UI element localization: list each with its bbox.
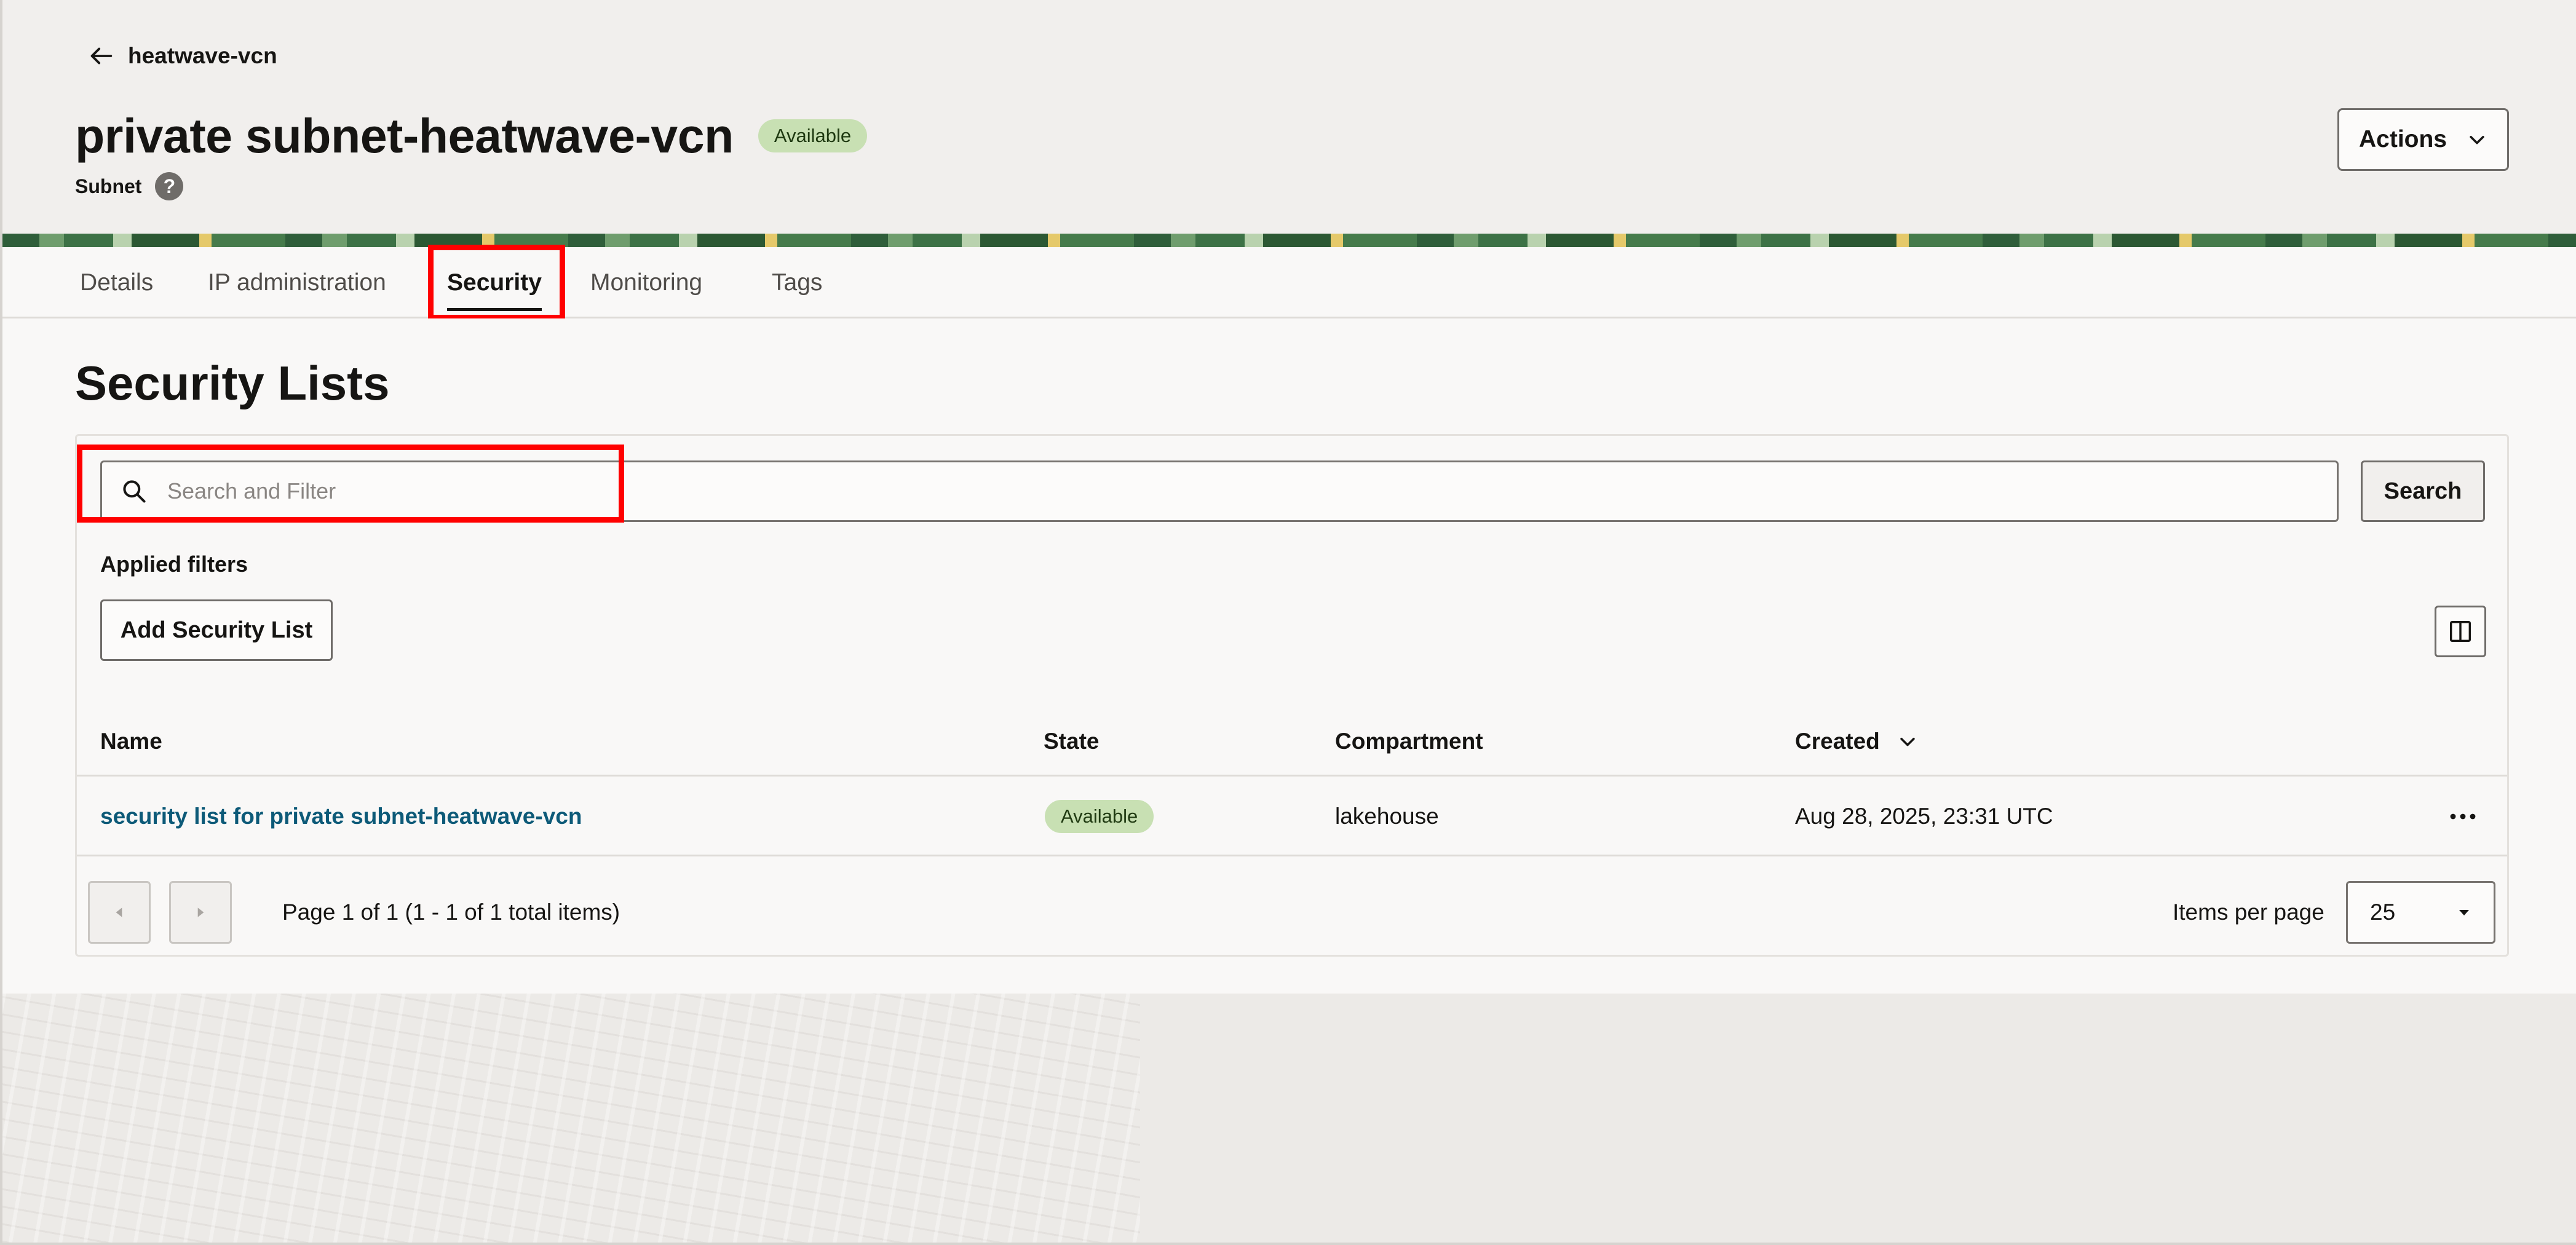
row-compartment-cell: lakehouse	[1335, 804, 1439, 829]
help-icon[interactable]: ?	[155, 172, 184, 200]
decorative-banner	[2, 234, 2576, 247]
items-per-page-select[interactable]: 25	[2346, 881, 2495, 944]
back-link[interactable]: heatwave-vcn	[87, 42, 277, 70]
row-state-cell: Available	[1045, 777, 1154, 856]
actions-button[interactable]: Actions	[2337, 108, 2509, 171]
add-security-list-label: Add Security List	[120, 617, 313, 643]
tab-tags[interactable]: Tags	[772, 247, 822, 318]
search-button[interactable]: Search	[2361, 460, 2485, 522]
status-badge: Available	[758, 119, 868, 152]
page: heatwave-vcn private subnet-heatwave-vcn…	[0, 0, 2576, 1245]
column-header-created-label: Created	[1795, 729, 1880, 754]
row-actions-menu[interactable]	[2438, 777, 2487, 856]
manage-columns-button[interactable]	[2435, 606, 2486, 657]
section-title: Security Lists	[75, 356, 390, 410]
row-state-badge: Available	[1045, 800, 1154, 833]
caret-left-icon	[116, 907, 122, 917]
items-per-page-label: Items per page	[2173, 899, 2324, 925]
add-security-list-button[interactable]: Add Security List	[100, 599, 333, 661]
resource-type-row: Subnet ?	[75, 172, 184, 200]
tab-monitoring[interactable]: Monitoring	[590, 247, 702, 318]
previous-page-button[interactable]	[88, 881, 151, 944]
next-page-button[interactable]	[169, 881, 232, 944]
column-header-state: State	[1044, 706, 1099, 777]
tab-ip-administration[interactable]: IP administration	[208, 247, 386, 318]
tab-highlight-box	[428, 245, 565, 320]
pagination: Page 1 of 1 (1 - 1 of 1 total items) Ite…	[77, 856, 2507, 957]
tab-details[interactable]: Details	[80, 247, 153, 318]
chevron-down-icon	[2470, 135, 2484, 144]
column-header-state-label: State	[1044, 729, 1100, 754]
column-header-created[interactable]: Created	[1795, 706, 1918, 777]
items-per-page-value: 25	[2370, 899, 2396, 925]
page-header: heatwave-vcn private subnet-heatwave-vcn…	[2, 0, 2576, 234]
tab-monitoring-label: Monitoring	[590, 269, 703, 296]
security-list-name-link[interactable]: security list for private subnet-heatwav…	[100, 777, 582, 856]
tab-bar: Details IP administration Security Monit…	[2, 247, 2576, 318]
row-highlight-box	[77, 445, 624, 523]
column-header-name-label: Name	[100, 729, 162, 754]
caret-right-icon	[197, 907, 204, 917]
back-link-label[interactable]: heatwave-vcn	[128, 43, 277, 69]
applied-filters-label: Applied filters	[100, 551, 248, 577]
resource-type-label: Subnet	[75, 175, 142, 197]
sort-chevron-down-icon[interactable]	[1897, 731, 1918, 752]
column-header-compartment-label: Compartment	[1335, 729, 1483, 754]
page-info: Page 1 of 1 (1 - 1 of 1 total items)	[282, 899, 620, 925]
column-header-compartment: Compartment	[1335, 706, 1483, 777]
arrow-left-icon	[90, 47, 113, 65]
security-lists-panel: Search Applied filters Add Security List…	[75, 434, 2509, 957]
actions-button-label: Actions	[2358, 126, 2447, 152]
main-content: Security Lists Search Applied filters Ad…	[2, 318, 2576, 994]
search-button-label: Search	[2384, 478, 2462, 504]
columns-icon	[2449, 620, 2471, 642]
background-fill	[1140, 994, 2576, 1243]
row-created-cell: Aug 28, 2025, 23:31 UTC	[1795, 804, 2053, 829]
title-row: private subnet-heatwave-vcn Available	[75, 108, 868, 164]
table-row: security list for private subnet-heatwav…	[77, 777, 2507, 856]
tab-tags-label: Tags	[772, 269, 823, 296]
table-header: Name State Compartment Created	[77, 706, 2507, 777]
column-header-name: Name	[100, 706, 162, 777]
page-title: private subnet-heatwave-vcn	[75, 108, 734, 163]
more-horizontal-icon	[2450, 813, 2476, 820]
tab-details-label: Details	[80, 269, 154, 296]
caret-down-icon	[2459, 910, 2469, 915]
tab-ip-administration-label: IP administration	[208, 269, 386, 296]
